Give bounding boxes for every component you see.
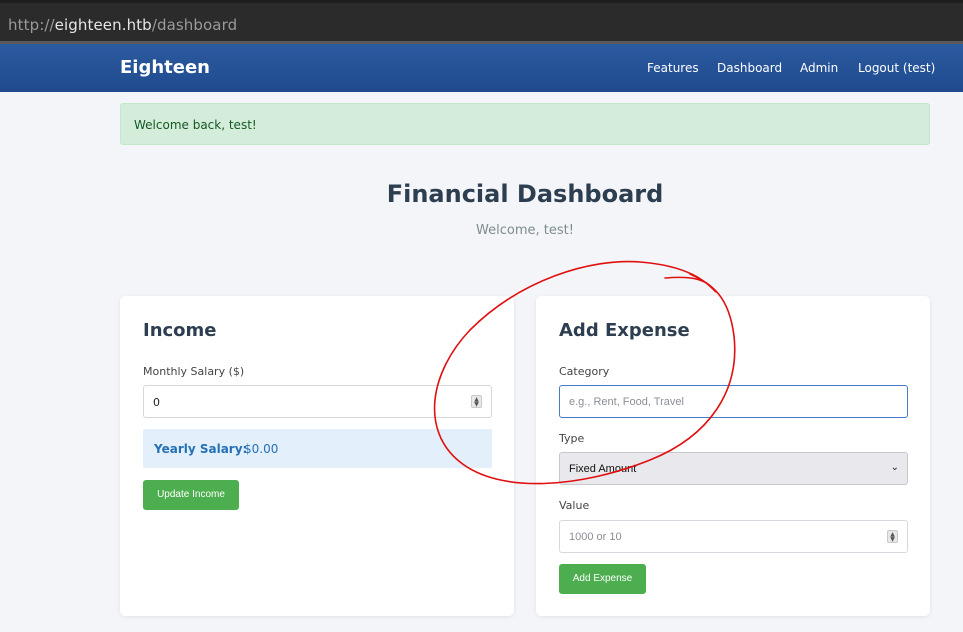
type-select[interactable]: Fixed Amount ⌄ (559, 452, 908, 485)
income-card: Income Monthly Salary ($) 0 ▲ ▼ Yearly Sa… (120, 296, 514, 616)
brand-logo[interactable]: Eighteen (120, 57, 210, 78)
welcome-alert: Welcome back, test! (120, 103, 930, 145)
top-navbar: Eighteen Features Dashboard Admin Logout… (0, 44, 963, 92)
nav-link-logout[interactable]: Logout (test) (858, 61, 935, 75)
type-selected-value: Fixed Amount (569, 463, 637, 475)
url-path: /dashboard (151, 16, 238, 34)
add-expense-card: Add Expense Category e.g., Rent, Food, T… (536, 296, 930, 616)
value-input[interactable]: 1000 or 10 ▲ ▼ (559, 520, 908, 553)
url-host: eighteen.htb (54, 16, 152, 34)
yearly-salary-label: Yearly Salary: (154, 442, 248, 456)
page-subtitle: Welcome, test! (476, 223, 574, 238)
number-spinner-icon[interactable]: ▲ ▼ (471, 395, 482, 408)
add-expense-title: Add Expense (559, 320, 690, 341)
monthly-salary-input[interactable]: 0 ▲ ▼ (143, 385, 492, 418)
yearly-salary-value: $0.00 (244, 442, 279, 456)
url-text[interactable]: http://eighteen.htb/dashboard (8, 16, 237, 34)
page-title: Financial Dashboard (386, 180, 664, 208)
value-placeholder: 1000 or 10 (569, 531, 622, 543)
monthly-salary-value: 0 (153, 396, 160, 409)
nav-link-dashboard[interactable]: Dashboard (717, 61, 782, 75)
type-label: Type (559, 432, 585, 445)
category-placeholder: e.g., Rent, Food, Travel (569, 396, 684, 408)
nav-link-features[interactable]: Features (647, 61, 699, 75)
nav-link-admin[interactable]: Admin (800, 61, 838, 75)
category-label: Category (559, 365, 610, 378)
monthly-salary-label: Monthly Salary ($) (143, 365, 245, 378)
category-input[interactable]: e.g., Rent, Food, Travel (559, 385, 908, 418)
update-income-button[interactable]: Update Income (143, 480, 239, 510)
number-spinner-icon[interactable]: ▲ ▼ (887, 530, 898, 543)
url-prefix: http:// (8, 16, 55, 34)
add-expense-button[interactable]: Add Expense (559, 564, 646, 594)
browser-url-bar[interactable]: http://eighteen.htb/dashboard (0, 0, 963, 44)
income-title: Income (143, 320, 217, 341)
value-label: Value (559, 499, 590, 512)
yearly-salary-box: Yearly Salary: $0.00 (143, 429, 492, 468)
alert-text: Welcome back, test! (134, 118, 257, 132)
chevron-down-icon: ⌄ (890, 462, 899, 473)
